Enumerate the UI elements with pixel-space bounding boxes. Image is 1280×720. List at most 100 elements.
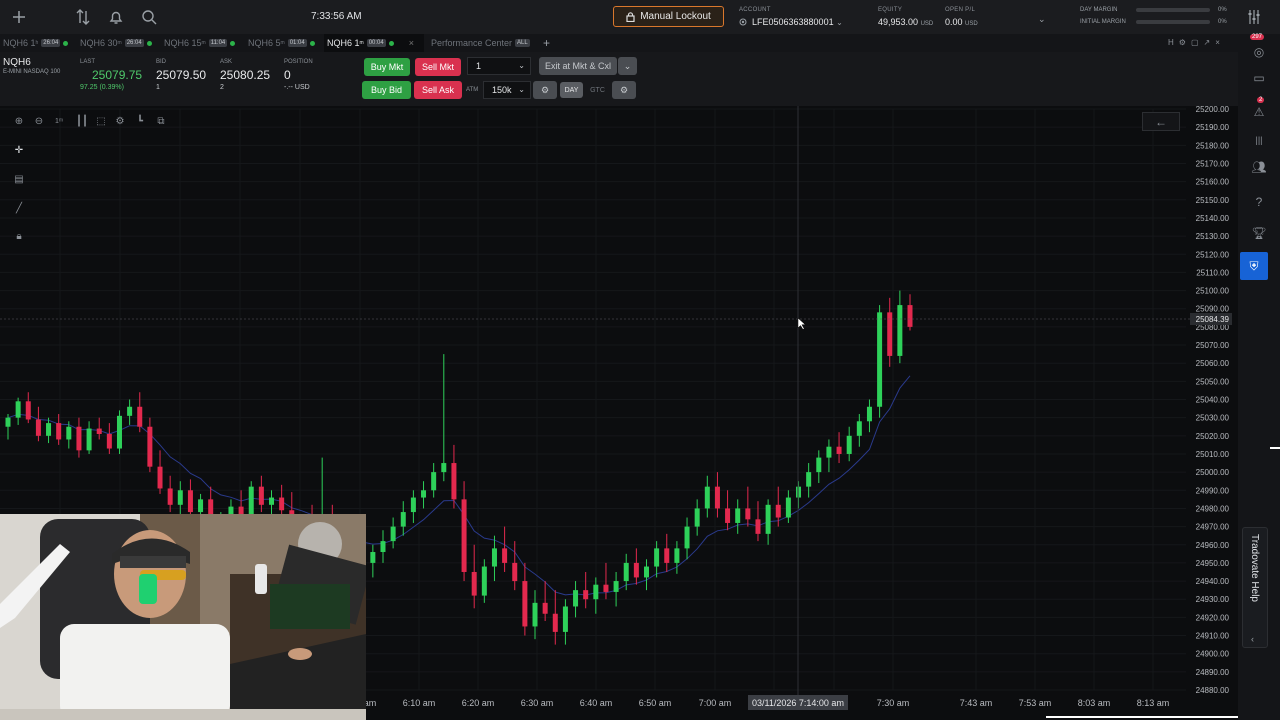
tif-gtc-button[interactable]: GTC: [586, 82, 609, 98]
edge-marker: [1270, 447, 1280, 449]
exit-dropdown-chevron-icon[interactable]: ⌄: [618, 57, 637, 75]
sort-arrows-icon[interactable]: [74, 8, 92, 26]
atm-label: ATM: [466, 87, 479, 93]
candle-body: [96, 428, 102, 434]
bell-icon[interactable]: [107, 8, 125, 26]
ask-label: ASK: [220, 59, 233, 65]
settings-icon[interactable]: ⚙: [113, 114, 127, 128]
time-tick-label: 6:40 am: [580, 698, 613, 708]
candle-body: [826, 446, 832, 458]
add-tab-plus-icon[interactable]: +: [540, 34, 552, 52]
gear-icon[interactable]: ⚙: [533, 81, 557, 99]
candle-type-icon[interactable]: ┃┃: [75, 114, 89, 128]
gear-icon[interactable]: ⚙: [612, 81, 636, 99]
exit-at-market-cancel-button[interactable]: Exit at Mkt & Cxl: [539, 57, 617, 75]
tab-nqh6-5m[interactable]: NQH6 5 m 01:04: [245, 34, 323, 52]
sell-ask-button[interactable]: Sell Ask: [414, 81, 462, 99]
popout-icon[interactable]: ↗: [1204, 38, 1211, 47]
account-circle-icon[interactable]: ◎: [1249, 42, 1269, 62]
crosshair-tool-icon[interactable]: ✛: [12, 143, 26, 157]
lock-icon[interactable]: 🔒︎: [12, 229, 26, 243]
account-selector[interactable]: LFE0506363880001 ⌄: [752, 17, 843, 27]
buy-market-button[interactable]: Buy Mkt: [364, 58, 410, 76]
interval-icon[interactable]: 1ᵐ: [52, 114, 66, 128]
help-circle-icon[interactable]: ?: [1249, 192, 1269, 212]
close-icon[interactable]: ×: [409, 38, 414, 48]
settings-sliders-icon[interactable]: [1245, 8, 1263, 26]
candle-body: [633, 562, 639, 578]
trophy-icon[interactable]: 🏆︎: [1249, 223, 1269, 243]
time-tick-label: 6:10 am: [403, 698, 436, 708]
live-dot-icon: [230, 40, 236, 46]
tab-interval-suffix: m: [280, 40, 285, 46]
tab-label: Performance Center: [431, 38, 513, 48]
candle-body: [279, 497, 285, 511]
time-tick-label: 7:30 am: [877, 698, 910, 708]
candle-body: [654, 548, 660, 567]
tab-nqh6-15m[interactable]: NQH6 15 m 11:04: [161, 34, 243, 52]
select-area-icon[interactable]: ⬚: [94, 114, 108, 128]
chat-icon[interactable]: ▭: [1249, 68, 1269, 88]
atm-strategy-select[interactable]: 150k ⌄: [483, 81, 531, 99]
price-tick-label: 24920.00: [1196, 613, 1230, 622]
chevron-down-icon: ⌄: [836, 18, 843, 27]
chevron-down-icon: ⌄: [518, 61, 525, 70]
shield-icon[interactable]: ⛨: [1240, 252, 1268, 280]
tab-countdown-badge: 00:04: [366, 39, 386, 47]
price-tick-label: 24990.00: [1196, 486, 1230, 495]
tab-performance-center[interactable]: Performance Center ALL: [428, 34, 540, 52]
day-margin-pct: 0%: [1218, 7, 1227, 13]
price-tick-label: 24970.00: [1196, 523, 1230, 532]
notes-icon[interactable]: ▤: [12, 172, 26, 186]
zoom-out-icon[interactable]: ⊖: [32, 114, 46, 128]
price-tick-label: 25010.00: [1196, 450, 1230, 459]
candle-body: [390, 526, 396, 542]
quantity-select[interactable]: 1 ⌄: [467, 57, 531, 75]
scroll-back-arrow-icon[interactable]: ←: [1142, 112, 1180, 131]
candle-body: [177, 490, 183, 505]
users-icon[interactable]: 👥︎: [1249, 157, 1269, 177]
crosshair-time-label: 03/11/2026 7:14:00 am: [752, 698, 844, 708]
candle-body: [643, 566, 649, 578]
buy-bid-button[interactable]: Buy Bid: [362, 81, 411, 99]
tab-label: NQH6 1: [327, 38, 360, 48]
menu-icon[interactable]: |||: [1249, 130, 1269, 150]
manual-lockout-button[interactable]: Manual Lockout: [613, 6, 724, 27]
candle-body: [542, 602, 548, 614]
candle-body: [623, 562, 629, 582]
tab-nqh6-30m[interactable]: NQH6 30 m 26:04: [77, 34, 159, 52]
search-icon[interactable]: [140, 8, 158, 26]
tradovate-help-tab[interactable]: Tradovate Help ‹: [1242, 527, 1268, 648]
price-tick-label: 25140.00: [1196, 214, 1230, 223]
price-tick-label: 25110.00: [1196, 268, 1229, 277]
time-tick-label: 6:50 am: [639, 698, 672, 708]
candle-body: [745, 508, 751, 520]
tif-day-button[interactable]: DAY: [560, 82, 583, 98]
gear-icon[interactable]: ⚙: [1179, 38, 1186, 47]
notification-count-badge: 297: [1250, 34, 1265, 40]
chevron-down-icon[interactable]: ⌄: [1038, 14, 1046, 25]
tab-nqh6-1h[interactable]: NQH6 1 h 26:04: [0, 34, 76, 52]
h-icon[interactable]: H: [1168, 38, 1174, 47]
atm-value: 150k: [492, 85, 512, 95]
candle-body: [380, 541, 386, 553]
time-tick-label: 6:20 am: [462, 698, 495, 708]
maximize-icon[interactable]: ▢: [1191, 38, 1199, 47]
symbol[interactable]: NQH6: [3, 57, 31, 68]
tab-interval-suffix: m: [201, 40, 206, 46]
candle-body: [866, 406, 872, 422]
price-tick-label: 25130.00: [1196, 232, 1230, 241]
draw-line-icon[interactable]: ╱: [12, 201, 26, 215]
candle-body: [765, 504, 771, 534]
sell-market-button[interactable]: Sell Mkt: [415, 58, 461, 76]
chevron-down-icon: ⌄: [518, 85, 525, 94]
indicators-icon[interactable]: ┗: [133, 114, 147, 128]
warning-icon[interactable]: ⚠: [1249, 102, 1269, 122]
tab-nqh6-1m[interactable]: NQH6 1 m 00:04 ×: [324, 34, 424, 52]
copy-icon[interactable]: ⧉: [154, 114, 168, 128]
live-dot-icon: [309, 40, 315, 46]
plus-icon[interactable]: [10, 8, 28, 26]
close-icon[interactable]: ×: [1215, 38, 1220, 47]
trading-app: 7:33:56 AM Manual Lockout ACCOUNT LFE050…: [0, 0, 1280, 720]
zoom-in-icon[interactable]: ⊕: [12, 114, 26, 128]
